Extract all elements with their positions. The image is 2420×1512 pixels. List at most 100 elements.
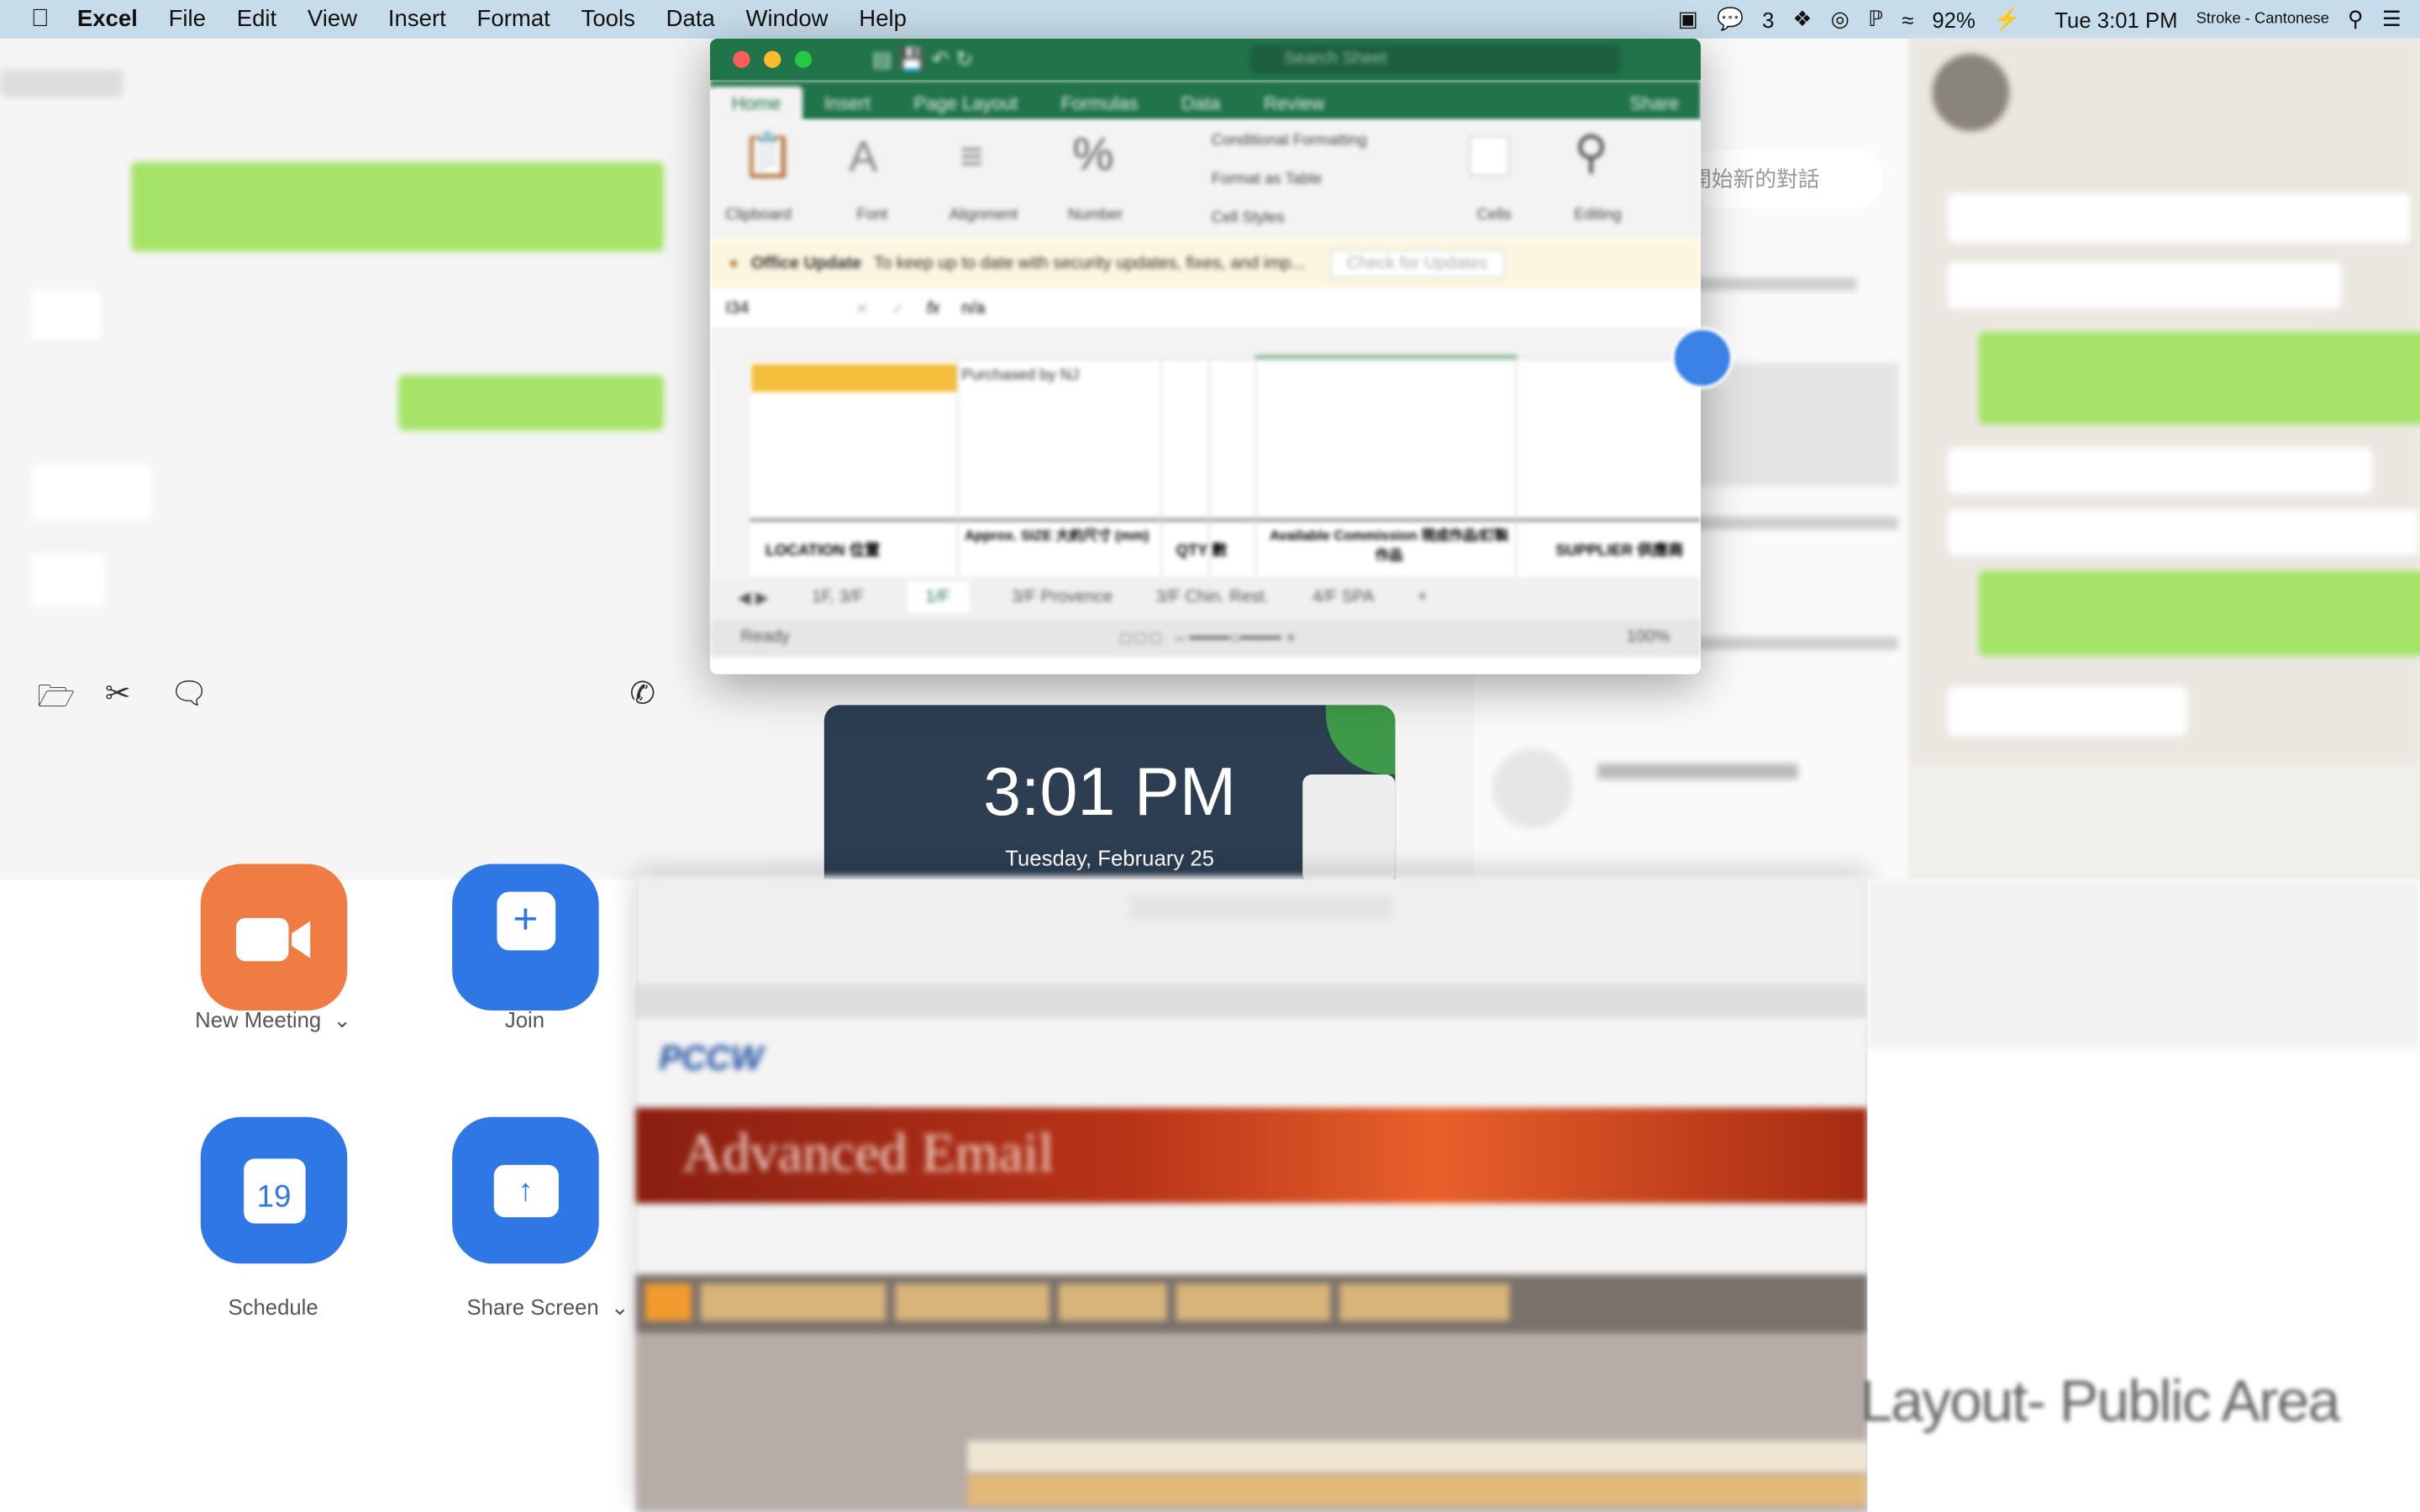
- zoom-slider[interactable]: □ □ □ – ━━━━○━━━━ +: [1121, 627, 1296, 647]
- header-size[interactable]: Approx. SIZE 大約尺寸 (mm): [965, 524, 1158, 544]
- contact-row[interactable]: [1690, 247, 1898, 339]
- nav-tab[interactable]: [895, 1284, 1050, 1321]
- menu-edit[interactable]: Edit: [237, 6, 276, 32]
- check-updates-button[interactable]: Check for Updates: [1329, 249, 1505, 278]
- sheet-nav-icon[interactable]: ◀ ▶: [738, 587, 769, 607]
- zoom-status-icon[interactable]: ▣: [1678, 6, 1698, 32]
- share-screen-label[interactable]: Share Screen ⌄: [424, 1294, 671, 1320]
- format-as-table-button[interactable]: Format as Table: [1212, 171, 1322, 188]
- new-meeting-button[interactable]: [200, 864, 348, 1011]
- bookmarks-bar: [635, 984, 1868, 1019]
- menu-window[interactable]: Window: [746, 6, 829, 32]
- menu-insert[interactable]: Insert: [388, 6, 446, 32]
- menu-help[interactable]: Help: [859, 6, 907, 32]
- sheet-tab[interactable]: 3/F Provence: [1012, 588, 1113, 606]
- header-qty[interactable]: QTY 數: [1176, 537, 1228, 560]
- tab-page-layout[interactable]: Page Layout: [892, 87, 1039, 120]
- nav-tab[interactable]: [1176, 1284, 1331, 1321]
- font-icon[interactable]: A: [849, 133, 877, 182]
- menu-clock[interactable]: Tue 3:01 PM: [2054, 7, 2177, 31]
- menu-format[interactable]: Format: [477, 6, 550, 32]
- address-bar[interactable]: [1129, 895, 1392, 920]
- share-screen-button[interactable]: ↑: [452, 1116, 599, 1264]
- close-button[interactable]: [733, 50, 750, 68]
- wechat-status-icon[interactable]: 💬: [1717, 6, 1744, 32]
- menu-tools[interactable]: Tools: [581, 6, 635, 32]
- scissors-icon[interactable]: ✂: [105, 675, 131, 713]
- clipboard-icon[interactable]: 📋: [741, 129, 795, 181]
- menu-data[interactable]: Data: [666, 6, 715, 32]
- sheet-tab[interactable]: 1F, 3/F: [812, 588, 864, 606]
- add-sheet-icon[interactable]: +: [1418, 588, 1428, 606]
- cells-icon[interactable]: [1469, 135, 1510, 176]
- apple-icon[interactable]: : [31, 5, 50, 33]
- tab-review[interactable]: Review: [1242, 87, 1346, 120]
- cell-text[interactable]: Purchased by NJ: [961, 367, 1079, 384]
- confirm-icon[interactable]: ✓: [891, 298, 905, 318]
- spotlight-icon[interactable]: ⚲: [2348, 6, 2364, 32]
- tab-data[interactable]: Data: [1160, 87, 1242, 120]
- tab-home[interactable]: Home: [709, 86, 803, 121]
- cell-styles-button[interactable]: Cell Styles: [1212, 210, 1285, 227]
- cancel-icon[interactable]: ✕: [855, 298, 870, 318]
- spreadsheet-grid[interactable]: Purchased by NJ LOCATION 位置 Approx. SIZE…: [709, 330, 1702, 577]
- tab-insert[interactable]: Insert: [802, 87, 892, 120]
- mail-row[interactable]: [967, 1474, 1868, 1506]
- nav-tab[interactable]: [700, 1284, 886, 1321]
- search-sheet-input[interactable]: Search Sheet: [1249, 45, 1621, 75]
- bluetooth-icon[interactable]: ℙ: [1868, 6, 1883, 32]
- share-button[interactable]: Share: [1608, 87, 1701, 120]
- header-commission[interactable]: Available Commission 現成作品/訂製作品: [1265, 524, 1512, 564]
- contact-row[interactable]: [1597, 764, 1798, 780]
- notification-center-icon[interactable]: ☰: [2382, 6, 2402, 32]
- sheet-tab-active[interactable]: 1/F: [907, 581, 969, 613]
- new-meeting-label[interactable]: New Meeting ⌄: [150, 1007, 397, 1033]
- folder-icon[interactable]: 🗁: [37, 675, 76, 727]
- search-icon[interactable]: ⚲: [1574, 127, 1607, 181]
- conditional-formatting-button[interactable]: Conditional Formatting: [1212, 133, 1367, 150]
- tab-formulas[interactable]: Formulas: [1039, 87, 1160, 120]
- schedule-button[interactable]: 19: [200, 1116, 348, 1264]
- browser-window: PCCW Advanced Email: [635, 876, 1868, 1512]
- sheet-tab[interactable]: 4/F SPA: [1313, 588, 1375, 606]
- minimize-button[interactable]: [764, 50, 781, 68]
- name-box[interactable]: I34: [725, 299, 834, 318]
- sheet-tab[interactable]: 3/F Chin. Rest.: [1156, 588, 1270, 606]
- phone-icon[interactable]: ✆: [629, 675, 655, 713]
- chat-bubble-icon[interactable]: 🗨: [170, 675, 209, 713]
- group-alignment: Alignment: [949, 207, 1018, 224]
- status-text: Ready: [740, 627, 791, 647]
- highlighted-cell[interactable]: [751, 364, 957, 392]
- header-location[interactable]: LOCATION 位置: [765, 537, 880, 560]
- quick-access-toolbar[interactable]: ▤ 💾 ↶ ↻: [872, 46, 974, 72]
- number-icon[interactable]: %: [1073, 129, 1114, 181]
- schedule-label[interactable]: Schedule: [150, 1294, 397, 1319]
- formula-input[interactable]: n/a: [961, 299, 985, 318]
- contact-row[interactable]: [1690, 517, 1899, 529]
- input-method[interactable]: Stroke - Cantonese: [2196, 11, 2329, 28]
- nav-tab[interactable]: [644, 1284, 692, 1321]
- chat-input[interactable]: [1908, 764, 2420, 879]
- mail-row[interactable]: [967, 1441, 1868, 1473]
- menu-bar:  Excel File Edit View Insert Format Too…: [0, 0, 2420, 39]
- battery-percent[interactable]: 92%: [1932, 7, 1975, 31]
- function-icon[interactable]: fx: [927, 299, 940, 318]
- join-button[interactable]: +: [452, 864, 599, 1011]
- menu-app-name[interactable]: Excel: [77, 6, 138, 32]
- new-chat-search[interactable]: 開始新的對話: [1690, 150, 1883, 208]
- wifi-icon[interactable]: ≈: [1902, 7, 1913, 31]
- nav-tab[interactable]: [1058, 1284, 1167, 1321]
- contact-row[interactable]: [1690, 637, 1899, 650]
- menu-view[interactable]: View: [308, 6, 357, 32]
- nav-tab[interactable]: [1339, 1284, 1510, 1321]
- menu-file[interactable]: File: [169, 6, 206, 32]
- floating-assistant-icon[interactable]: [1671, 327, 1733, 389]
- creative-cloud-icon[interactable]: ◎: [1831, 6, 1849, 32]
- header-supplier[interactable]: SUPPLIER 供應商: [1555, 537, 1683, 560]
- alignment-icon[interactable]: ≡: [960, 133, 983, 181]
- battery-icon: ⚡: [1993, 6, 2021, 31]
- column-headers: [709, 330, 1702, 360]
- dropbox-icon[interactable]: ❖: [1792, 6, 1812, 32]
- zoom-button[interactable]: [794, 50, 813, 68]
- join-label[interactable]: Join: [402, 1007, 649, 1032]
